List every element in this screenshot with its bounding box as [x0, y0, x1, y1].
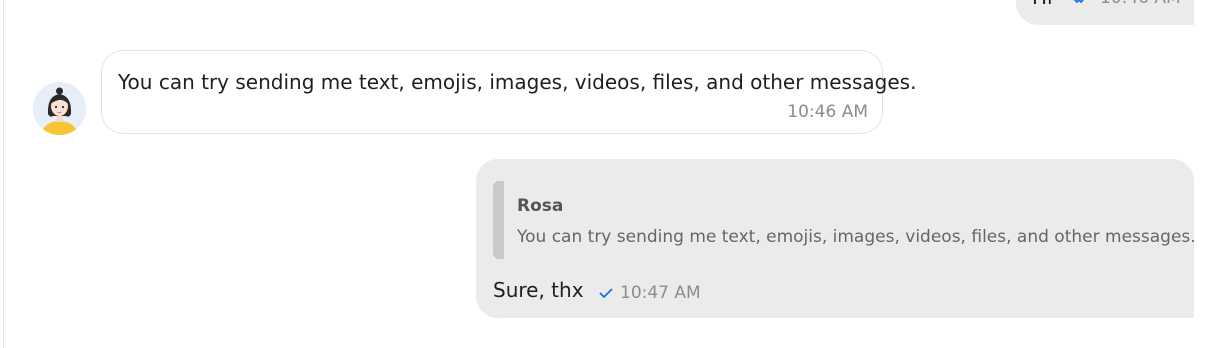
message-time: 10:46 AM: [1100, 0, 1181, 9]
woman-avatar-icon: [33, 82, 86, 135]
quote-text: You can try sending me text, emojis, ima…: [517, 227, 1196, 247]
message-text: Hi: [1032, 0, 1053, 9]
message-text: You can try sending me text, emojis, ima…: [118, 70, 917, 94]
outgoing-reply-bubble[interactable]: Rosa You can try sending me text, emojis…: [476, 159, 1196, 318]
message-meta: 10:46 AM: [1072, 0, 1181, 9]
double-check-icon: [1072, 0, 1094, 5]
message-time: 10:47 AM: [620, 283, 701, 303]
quote-sender: Rosa: [517, 196, 564, 216]
quoted-message[interactable]: Rosa You can try sending me text, emojis…: [493, 181, 1196, 259]
chat-left-border: [3, 0, 4, 348]
message-meta: 10:47 AM: [598, 283, 701, 303]
message-text: Sure, thx: [493, 278, 584, 302]
incoming-message-bubble[interactable]: You can try sending me text, emojis, ima…: [101, 50, 916, 134]
single-check-icon: [598, 286, 614, 300]
outgoing-message-bubble[interactable]: Hi 10:46 AM: [1016, 0, 1194, 25]
contact-avatar[interactable]: [33, 82, 86, 135]
message-time: 10:46 AM: [787, 102, 868, 122]
quote-bar: [493, 181, 504, 259]
